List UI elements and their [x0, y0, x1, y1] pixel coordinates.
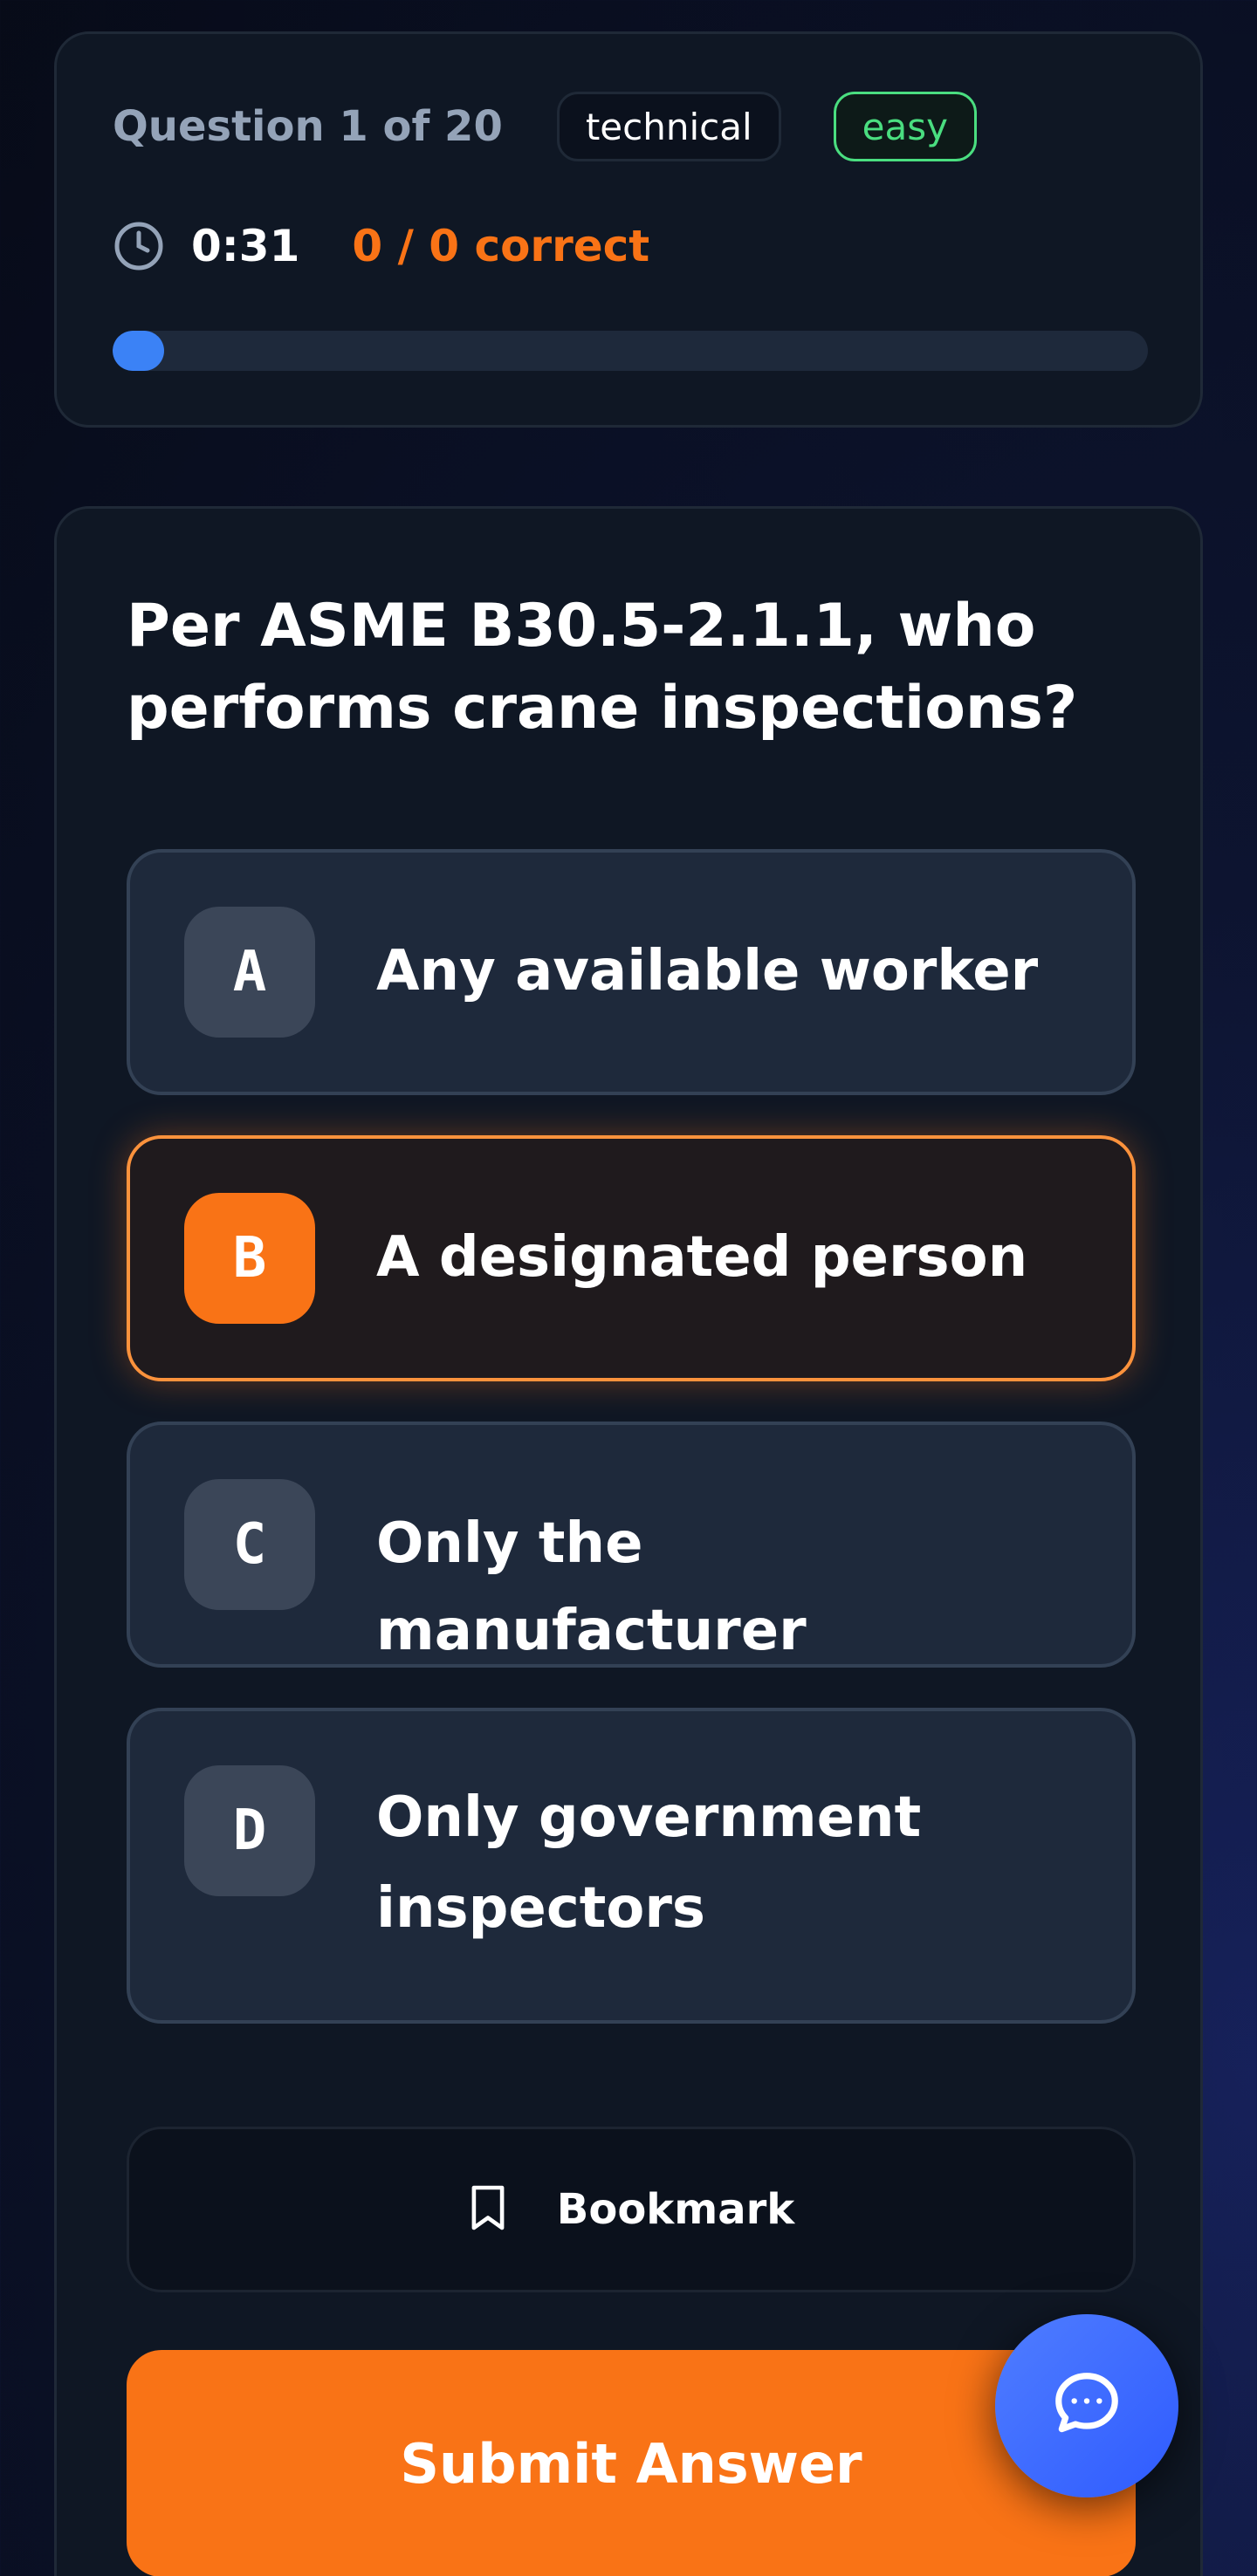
- option-c[interactable]: C Only the manufacturer: [127, 1422, 1136, 1668]
- clock-icon: [113, 220, 165, 272]
- option-label: Only the manufacturer: [376, 1511, 807, 1663]
- option-label: Any available worker: [376, 939, 1039, 1004]
- chat-fab-button[interactable]: [995, 2314, 1178, 2497]
- option-label: A designated person: [376, 1225, 1028, 1290]
- option-letter-badge: D: [184, 1765, 315, 1896]
- question-text: Per ASME B30.5-2.1.1, who performs crane…: [127, 592, 1078, 743]
- option-letter-badge: A: [184, 907, 315, 1038]
- progress-bar: [113, 331, 1148, 371]
- difficulty-tag: easy: [833, 92, 977, 161]
- quiz-status-card: Question 1 of 20 technical easy 0:31 0 /…: [54, 31, 1203, 428]
- option-letter-badge: C: [184, 1479, 315, 1610]
- progress-bar-fill: [113, 331, 165, 371]
- question-card: Per ASME B30.5-2.1.1, who performs crane…: [54, 506, 1203, 2576]
- chat-bubble-icon: [1049, 2367, 1124, 2445]
- question-counter: Question 1 of 20: [113, 102, 503, 151]
- option-a[interactable]: A Any available worker: [127, 849, 1136, 1095]
- timer-value: 0:31: [191, 221, 300, 271]
- option-d[interactable]: D Only government inspectors: [127, 1708, 1136, 2024]
- option-label: Only government inspectors: [376, 1785, 922, 1941]
- timer-score-row: 0:31 0 / 0 correct: [113, 217, 649, 275]
- category-tag: technical: [556, 92, 781, 161]
- score-value: 0 / 0 correct: [352, 221, 650, 271]
- bookmark-icon: [468, 2183, 508, 2236]
- status-header-row: Question 1 of 20 technical easy: [113, 92, 977, 161]
- option-b[interactable]: B A designated person: [127, 1135, 1136, 1381]
- option-letter-badge: B: [184, 1193, 315, 1324]
- bookmark-label: Bookmark: [556, 2185, 795, 2234]
- submit-answer-button[interactable]: Submit Answer: [127, 2350, 1136, 2576]
- bookmark-button[interactable]: Bookmark: [127, 2127, 1136, 2292]
